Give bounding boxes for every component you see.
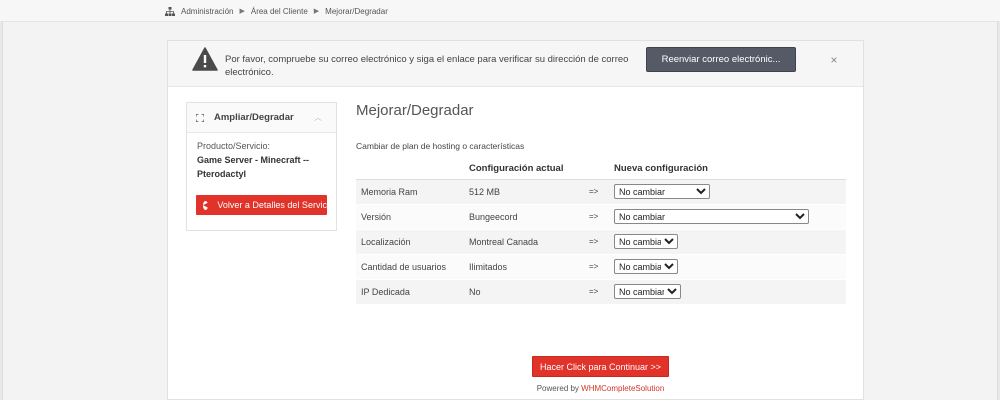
column-header-current: Configuración actual [469,159,589,180]
alert-message: Por favor, compruebe su correo electróni… [225,54,629,78]
product-label: Producto/Servicio: [197,141,271,151]
page-title: Mejorar/Degradar [356,102,474,119]
option-name: Cantidad de usuarios [356,254,469,280]
arrow-text: => [589,279,614,305]
option-name: Localización [356,229,469,255]
current-value: Montreal Canada [469,229,589,255]
resend-email-button[interactable]: Reenviar correo electrónic... [646,47,796,72]
option-name: Memoria Ram [356,179,469,205]
current-value: No [469,279,589,305]
verification-alert: Por favor, compruebe su correo electróni… [168,41,863,87]
close-icon[interactable]: × [827,53,841,67]
top-bar [0,0,1000,22]
breadcrumb-client-area[interactable]: Área del Cliente [251,7,308,16]
breadcrumb-separator-icon: ▶ [313,8,320,15]
option-name: IP Dedicada [356,279,469,305]
select-cantidad-usuarios[interactable]: No cambiar [614,259,678,274]
breadcrumb-admin[interactable]: Administración [181,7,233,16]
config-table: Configuración actual Nueva configuración… [356,159,846,305]
column-header-new: Nueva configuración [614,159,846,180]
back-to-service-button[interactable]: ◀ Volver a Detalles del Servicio [196,195,327,215]
column-header-option [356,159,469,180]
sidebar-title: Ampliar/Degradar [214,112,294,123]
table-row: Localización Montreal Canada => No cambi… [356,229,846,255]
option-name: Versión [356,204,469,230]
back-button-label: Volver a Detalles del Servicio [217,200,327,210]
select-localizacion[interactable]: No cambiar [614,234,678,249]
content-card: Por favor, compruebe su correo electróni… [167,40,864,400]
continue-button[interactable]: Hacer Click para Continuar >> [532,356,669,377]
powered-by: Powered by WHMCompleteSolution [532,384,669,393]
warning-icon [192,47,218,71]
upgrade-main: Mejorar/Degradar Cambiar de plan de host… [356,102,846,393]
current-value: Bungeecord [469,204,589,230]
arrow-text: => [589,204,614,230]
select-ip-dedicada[interactable]: No cambiar [614,284,681,299]
breadcrumb-current: Mejorar/Degradar [325,6,388,16]
table-row: Memoria Ram 512 MB => No cambiar [356,179,846,205]
arrow-text: => [589,229,614,255]
arrow-text: => [589,254,614,280]
table-row: Cantidad de usuarios Ilimitados => No ca… [356,254,846,280]
table-row: Versión Bungeecord => No cambiar [356,204,846,230]
whmcs-link[interactable]: WHMCompleteSolution [581,384,664,393]
sidebar-header[interactable]: Ampliar/Degradar ︿ [187,103,336,133]
arrow-left-circle-icon: ◀ [203,200,209,210]
expand-icon [196,113,204,122]
breadcrumb: Administración ▶ Área del Cliente ▶ Mejo… [165,5,388,17]
sidebar-panel: Ampliar/Degradar ︿ Producto/Servicio: Ga… [186,102,337,231]
sitemap-icon [165,6,175,16]
product-name: Game Server - Minecraft -- Pterodactyl [197,155,310,179]
current-value: 512 MB [469,179,589,205]
select-memoria-ram[interactable]: No cambiar [614,184,710,199]
chevron-up-icon[interactable]: ︿ [314,112,322,123]
powered-by-text: Powered by [536,384,582,393]
table-row: IP Dedicada No => No cambiar [356,279,846,305]
select-version[interactable]: No cambiar [614,209,809,224]
sidebar-body: Producto/Servicio: Game Server - Minecra… [187,133,336,187]
breadcrumb-separator-icon: ▶ [239,8,245,15]
column-header-arrow [589,159,614,180]
arrow-text: => [589,179,614,205]
page-subtitle: Cambiar de plan de hosting o característ… [356,141,525,151]
current-value: Ilimitados [469,254,589,280]
